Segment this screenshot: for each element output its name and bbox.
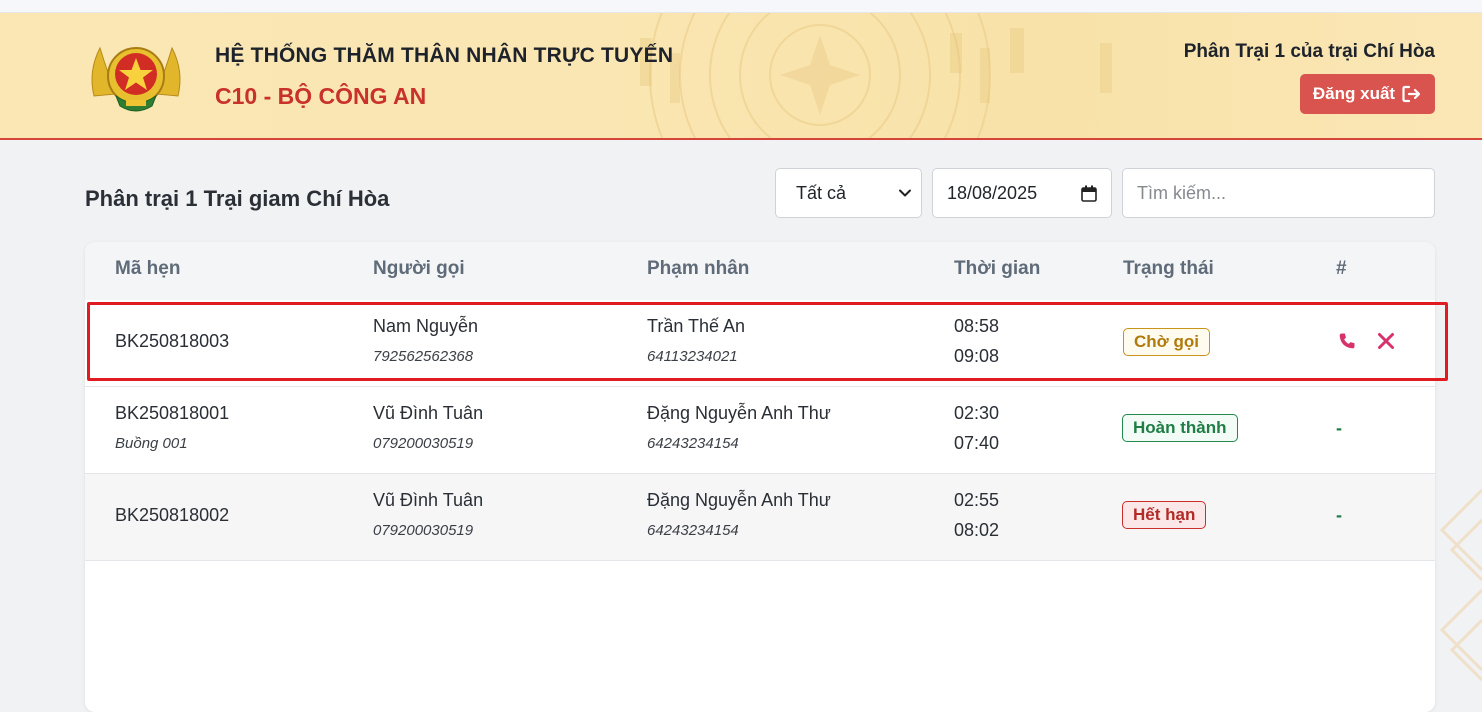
search-input[interactable]: Tìm kiếm... (1122, 168, 1435, 218)
inmate-id: 64243234154 (647, 435, 739, 452)
caller-id: 079200030519 (373, 435, 474, 452)
inmate-name: Đặng Nguyễn Anh Thư (647, 403, 831, 423)
column-header-caller: Người gọi (373, 258, 465, 279)
background-decor-pattern (1439, 488, 1482, 682)
browser-top-strip (0, 0, 1482, 13)
caller-id: 079200030519 (373, 522, 474, 539)
app-header: HỆ THỐNG THĂM THÂN NHÂN TRỰC TUYẾN C10 -… (0, 13, 1482, 140)
page-title: Phân trại 1 Trại giam Chí Hòa (85, 186, 390, 211)
date-filter-value: 18/08/2025 (947, 182, 1038, 203)
inmate-name: Đặng Nguyễn Anh Thư (647, 490, 831, 510)
system-subtitle: C10 - BỘ CÔNG AN (215, 83, 427, 109)
column-header-time: Thời gian (954, 258, 1041, 279)
chevron-down-icon (899, 189, 911, 197)
logout-button-label: Đăng xuất (1312, 84, 1396, 103)
sign-out-icon (1402, 85, 1421, 103)
time-start: 02:30 (954, 403, 1000, 423)
status-badge: Hết hạn (1122, 501, 1207, 529)
caller-name: Vũ Đình Tuân (373, 403, 484, 423)
status-filter-value: Tất cả (796, 182, 847, 203)
inmate-id: 64243234154 (647, 522, 739, 539)
selected-row-highlight (87, 302, 1448, 381)
no-action-dash: - (1336, 505, 1342, 525)
header-drum-pattern (640, 13, 1112, 138)
column-header-actions: # (1336, 258, 1347, 279)
appointment-code: BK250818002 (115, 505, 230, 525)
column-header-code: Mã hẹn (115, 258, 181, 279)
appointment-code: BK250818001 (115, 403, 230, 423)
time-end: 08:02 (954, 520, 1000, 540)
caller-name: Vũ Đình Tuân (373, 490, 484, 510)
table-header: Mã hẹn Người gọi Phạm nhân Thời gian Trạ… (85, 242, 1435, 300)
table-row[interactable]: BK250818001 Buồng 001 Vũ Đình Tuân 07920… (85, 387, 1435, 474)
time-end: 07:40 (954, 433, 1000, 453)
no-action-dash: - (1336, 418, 1342, 438)
room-label: Buồng 001 (115, 435, 188, 452)
search-placeholder: Tìm kiếm... (1137, 182, 1226, 203)
table-row[interactable]: BK250818002 Vũ Đình Tuân 079200030519 Đặ… (85, 474, 1435, 561)
calendar-icon[interactable] (1081, 185, 1097, 202)
column-header-inmate: Phạm nhân (647, 258, 750, 279)
status-filter-select[interactable]: Tất cả (775, 168, 922, 218)
user-unit-name: Phân Trại 1 của trại Chí Hòa (1183, 41, 1435, 62)
system-title: HỆ THỐNG THĂM THÂN NHÂN TRỰC TUYẾN (215, 44, 674, 67)
logout-button[interactable]: Đăng xuất (1300, 74, 1435, 114)
police-emblem-icon (91, 46, 181, 112)
time-start: 02:55 (954, 490, 1000, 510)
status-badge: Hoàn thành (1122, 414, 1238, 442)
column-header-status: Trạng thái (1123, 258, 1214, 279)
date-filter-input[interactable]: 18/08/2025 (932, 168, 1112, 218)
